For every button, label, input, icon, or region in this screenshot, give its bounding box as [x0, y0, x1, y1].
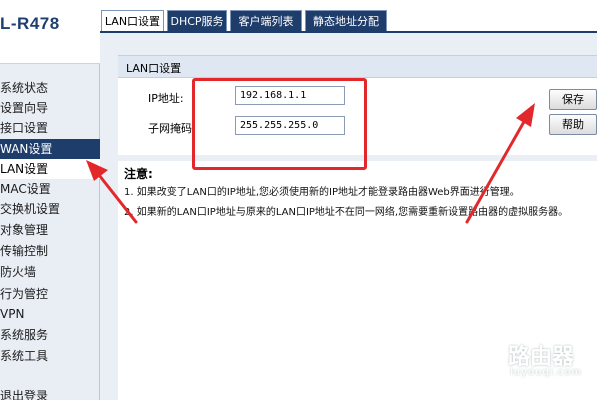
sidebar-item-vpn[interactable]: VPN — [0, 304, 100, 324]
tab-dhcp-service[interactable]: DHCP服务 — [167, 10, 227, 32]
tab-lan-settings[interactable]: LAN口设置 — [101, 10, 164, 33]
note-line-2: 2. 如果新的LAN口IP地址与原来的LAN口IP地址不在同一网络,您需要重新设… — [124, 207, 569, 218]
sidebar: L-R478 系统状态 设置向导 接口设置 WAN设置 LAN设置 MAC设置 … — [0, 0, 100, 400]
watermark: 路由器 luyouqi.com — [454, 337, 594, 387]
router-logo-icon — [454, 337, 502, 385]
sidebar-item-firewall[interactable]: 防火墙 — [0, 262, 100, 282]
sidebar-item-object-management[interactable]: 对象管理 — [0, 220, 100, 240]
ip-address-input[interactable] — [235, 86, 345, 105]
watermark-url: luyouqi.com — [510, 367, 583, 378]
sidebar-item-setup-wizard[interactable]: 设置向导 — [0, 98, 100, 118]
tab-client-list[interactable]: 客户端列表 — [230, 10, 302, 32]
sidebar-item-logout[interactable]: 退出登录 — [0, 386, 100, 400]
lan-settings-panel: LAN口设置 IP地址: 子网掩码 保存 帮助 — [118, 55, 597, 155]
sidebar-item-wan-settings[interactable]: WAN设置 — [0, 139, 100, 159]
brand-model: L-R478 — [0, 14, 60, 33]
subnet-mask-input[interactable] — [235, 116, 345, 135]
sidebar-item-behavior-control[interactable]: 行为管控 — [0, 284, 100, 304]
brand-header: L-R478 — [0, 0, 100, 64]
panel-title: LAN口设置 — [126, 62, 182, 75]
ip-address-label: IP地址: — [148, 92, 184, 105]
sidebar-item-system-status[interactable]: 系统状态 — [0, 78, 100, 98]
sidebar-item-system-services[interactable]: 系统服务 — [0, 325, 100, 345]
note-line-1: 1. 如果改变了LAN口的IP地址,您必须使用新的IP地址才能登录路由器Web界… — [124, 187, 520, 198]
sidebar-item-mac-settings[interactable]: MAC设置 — [0, 179, 100, 199]
save-button[interactable]: 保存 — [549, 89, 597, 110]
sidebar-item-interface-settings[interactable]: 接口设置 — [0, 118, 100, 138]
panel-header: LAN口设置 — [118, 56, 597, 78]
tab-static-address[interactable]: 静态地址分配 — [305, 10, 387, 32]
notes-title: 注意: — [124, 167, 153, 181]
tab-bar: LAN口设置 DHCP服务 客户端列表 静态地址分配 — [100, 10, 597, 33]
subnet-mask-label: 子网掩码 — [148, 122, 192, 135]
help-button[interactable]: 帮助 — [549, 114, 597, 135]
sidebar-item-lan-settings[interactable]: LAN设置 — [0, 159, 100, 179]
sidebar-item-switch-settings[interactable]: 交换机设置 — [0, 199, 100, 219]
sidebar-item-transfer-control[interactable]: 传输控制 — [0, 241, 100, 261]
sidebar-item-system-tools[interactable]: 系统工具 — [0, 346, 100, 366]
